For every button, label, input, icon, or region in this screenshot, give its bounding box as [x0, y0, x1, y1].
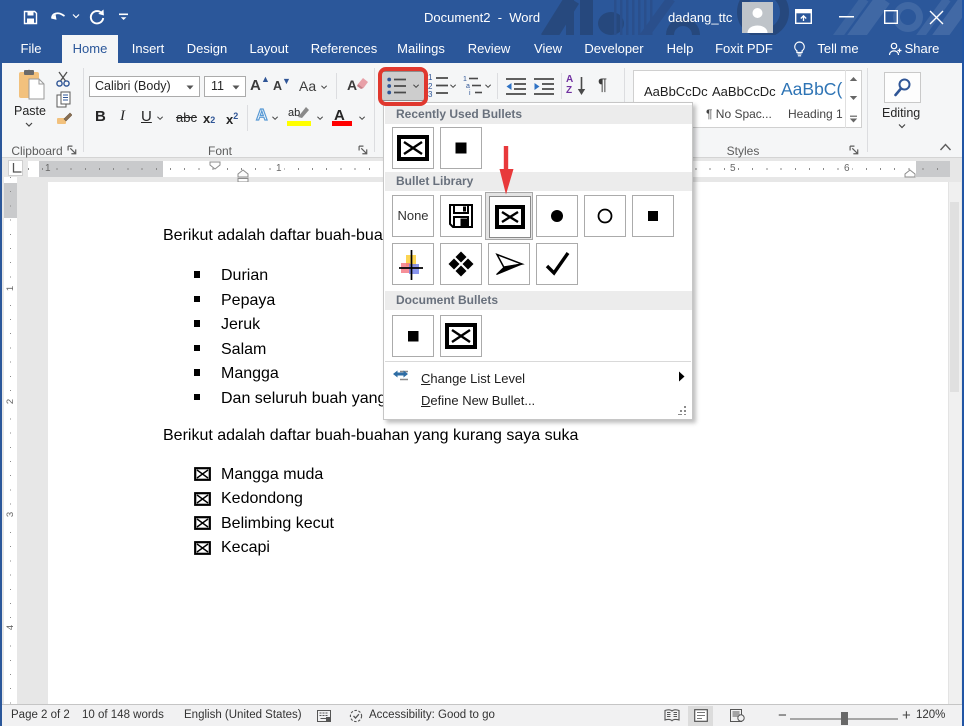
- svg-text:i: i: [469, 90, 471, 97]
- svg-text:1: 1: [463, 76, 467, 83]
- svg-text:a: a: [466, 83, 470, 90]
